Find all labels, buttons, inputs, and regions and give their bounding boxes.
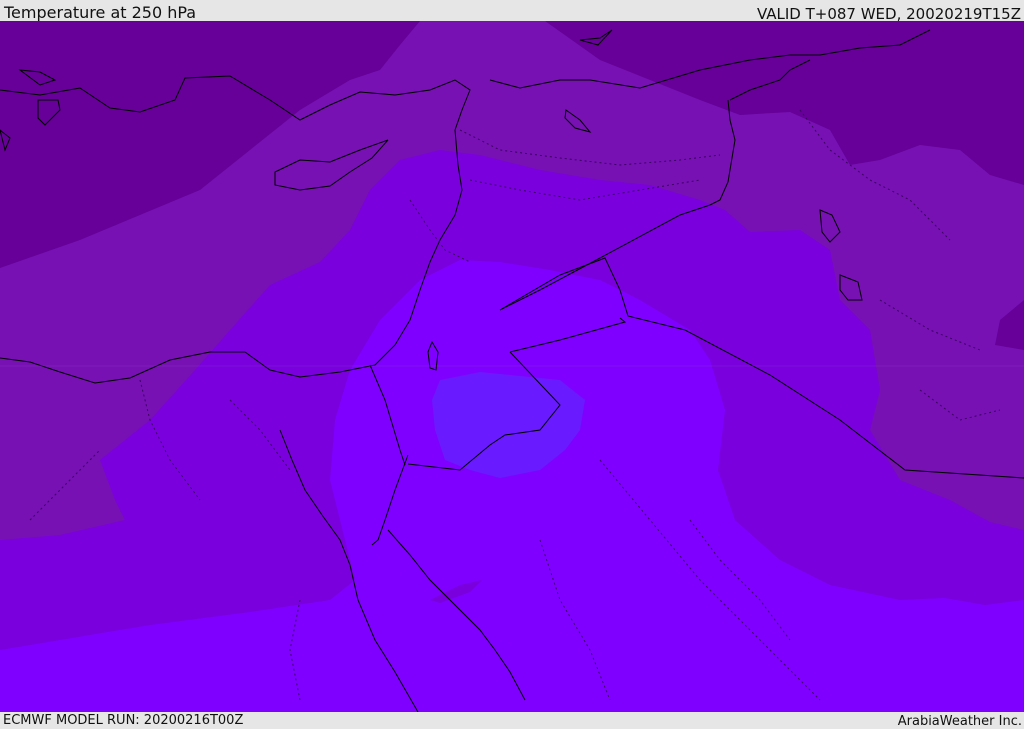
footer-bar: ECMWF MODEL RUN: 20200216T00Z ArabiaWeat…	[0, 712, 1024, 729]
credit-label: ArabiaWeather Inc.	[897, 714, 1022, 729]
weather-map-frame: Temperature at 250 hPa VALID T+087 WED, …	[0, 0, 1024, 729]
model-run-label: ECMWF MODEL RUN: 20200216T00Z	[3, 713, 244, 728]
map-title: Temperature at 250 hPa	[4, 3, 197, 22]
temperature-map[interactable]	[0, 21, 1024, 712]
header-bar: Temperature at 250 hPa VALID T+087 WED, …	[0, 0, 1024, 23]
